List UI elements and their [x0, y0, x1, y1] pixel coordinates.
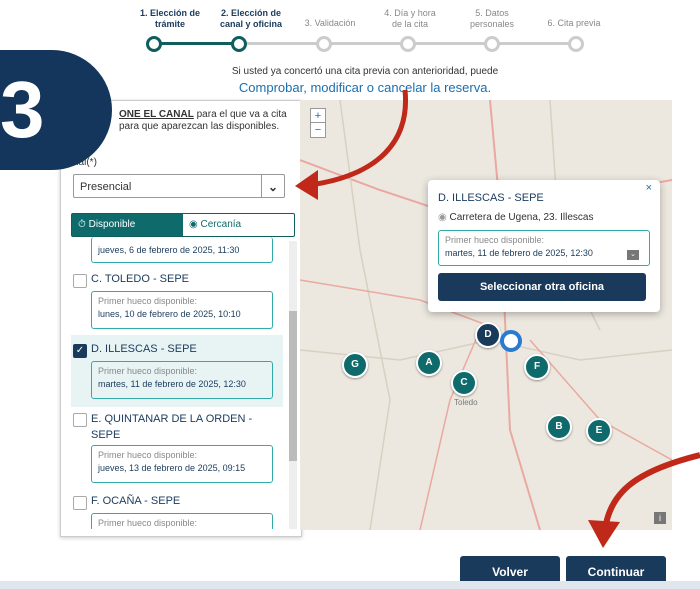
address-text: Carretera de Ugena, 23. Illescas [449, 212, 594, 223]
tab-disponible-label: Disponible [88, 219, 136, 230]
canal-select[interactable]: Presencial ⌄ [73, 174, 285, 198]
office-checkbox-checked[interactable]: ✓ [73, 344, 87, 358]
map-marker-e[interactable]: E [586, 418, 612, 444]
step-3-dot [316, 36, 332, 52]
popup-slot-label: Primer hueco disponible: [445, 235, 545, 245]
office-checkbox[interactable] [73, 496, 87, 510]
slot-label: Primer hueco disponible: [98, 366, 198, 376]
office-name[interactable]: E. QUINTANAR DE LA ORDEN - SEPE [91, 411, 271, 443]
step-2-label: 2. Elección de canal y oficina [219, 8, 283, 29]
clock-icon: ⏱ [78, 219, 86, 230]
scrollbar-thumb[interactable] [289, 311, 297, 461]
slot-date: martes, 11 de febrero de 2025, 12:30 [98, 379, 246, 389]
map-marker-d[interactable]: D [475, 322, 501, 348]
location-icon: ◉ [438, 212, 447, 223]
info-icon[interactable]: i [654, 512, 666, 524]
map-marker-a[interactable]: A [416, 350, 442, 376]
step-5-dot [484, 36, 500, 52]
office-panel: ONE EL CANAL para el que va a cita para … [60, 100, 302, 537]
step-1-dot [146, 36, 162, 52]
list-scrollbar[interactable] [289, 241, 297, 529]
map-marker-f[interactable]: F [524, 354, 550, 380]
office-slot: Primer hueco disponible: lunes, 10 de fe… [91, 291, 273, 329]
slot-date: lunes, 10 de febrero de 2025, 10:10 [98, 309, 241, 319]
step-4-dot [400, 36, 416, 52]
step-2-dot [231, 36, 247, 52]
filter-tabs: ⏱ Disponible ◉ Cercanía [71, 213, 295, 237]
office-popup: D. ILLESCAS - SEPE × ◉ Carretera de Ugen… [428, 180, 660, 312]
map-marker-b[interactable]: B [546, 414, 572, 440]
step-5-label: 5. Datos personales [469, 8, 515, 29]
map-marker-c[interactable]: C [451, 370, 477, 396]
step-6-label: 6. Cita previa [547, 18, 601, 28]
stepper-progress [155, 42, 240, 45]
office-list: jueves, 6 de febrero de 2025, 11:30 C. T… [71, 237, 283, 529]
notice-text: Si usted ya concertó una cita previa con… [231, 66, 499, 77]
office-slot: jueves, 6 de febrero de 2025, 11:30 [91, 237, 273, 263]
office-checkbox[interactable] [73, 274, 87, 288]
chevron-down-icon[interactable]: ⌄ [627, 250, 639, 260]
popup-slot-date: martes, 11 de febrero de 2025, 12:30 [445, 248, 593, 258]
tab-cercania-label: Cercanía [200, 219, 242, 230]
office-name[interactable]: C. TOLEDO - SEPE [91, 273, 189, 285]
map-marker-g[interactable]: G [342, 352, 368, 378]
office-checkbox[interactable] [73, 413, 87, 427]
popup-slot: Primer hueco disponible: martes, 11 de f… [438, 230, 650, 266]
intro-strong: ONE EL CANAL [119, 109, 194, 120]
slot-label: Primer hueco disponible: [98, 296, 198, 306]
selected-location-pin [500, 330, 522, 352]
map-roads [300, 100, 672, 530]
popup-title: D. ILLESCAS - SEPE [438, 192, 544, 204]
canal-value: Presencial [80, 181, 132, 193]
select-other-office-button[interactable]: Seleccionar otra oficina [438, 273, 646, 301]
step-1-label: 1. Elección de trámite [139, 8, 201, 29]
manage-appointment-link[interactable]: Comprobar, modificar o cancelar la reser… [150, 80, 580, 95]
step-3-label: 3. Validación [304, 18, 356, 28]
popup-address: ◉ Carretera de Ugena, 23. Illescas [438, 212, 593, 223]
slot-label: Primer hueco disponible: [98, 450, 198, 460]
office-slot: Primer hueco disponible: martes, 11 de f… [91, 361, 273, 399]
zoom-out-button[interactable]: − [310, 122, 326, 138]
map-town-label: Toledo [454, 398, 478, 407]
close-icon[interactable]: × [646, 182, 652, 194]
overlay-badge-number: 3 [0, 65, 45, 154]
panel-intro: ONE EL CANAL para el que va a cita para … [119, 109, 289, 133]
office-name[interactable]: D. ILLESCAS - SEPE [91, 343, 197, 355]
chevron-down-icon[interactable]: ⌄ [261, 175, 284, 197]
step-6-dot [568, 36, 584, 52]
office-name[interactable]: F. OCAÑA - SEPE [91, 495, 180, 507]
office-slot: Primer hueco disponible: jueves, 13 de f… [91, 445, 273, 483]
office-slot: Primer hueco disponible: [91, 513, 273, 529]
slot-date: jueves, 6 de febrero de 2025, 11:30 [98, 245, 240, 255]
location-icon: ◉ [189, 219, 198, 230]
step-4-label: 4. Día y hora de la cita [384, 8, 436, 29]
slot-label: Primer hueco disponible: [98, 518, 198, 528]
office-map[interactable]: + − G A D C Toledo F B E i [300, 100, 672, 530]
tab-disponible[interactable]: ⏱ Disponible [72, 214, 183, 236]
slot-date: jueves, 13 de febrero de 2025, 09:15 [98, 463, 246, 473]
bottom-bar [0, 581, 700, 589]
tab-cercania[interactable]: ◉ Cercanía [183, 214, 294, 236]
